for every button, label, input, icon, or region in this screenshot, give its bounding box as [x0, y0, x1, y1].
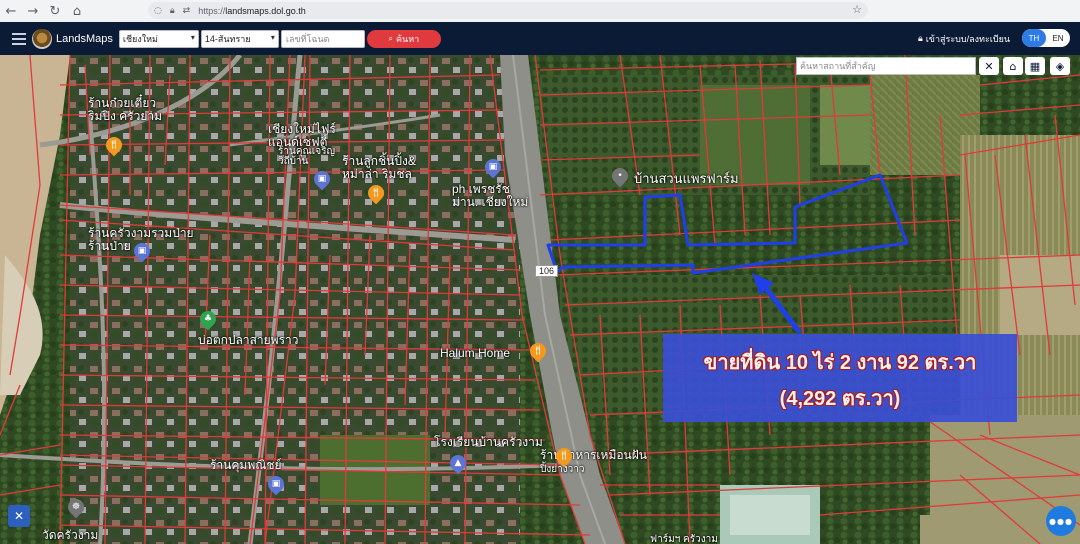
place-label[interactable]: ร้านก๋วยเตี๋ยว ริมปิง ครัวยาม: [88, 97, 162, 123]
shop-pin-icon[interactable]: ▣: [481, 155, 505, 179]
sale-title: ขายที่ดิน 10 ไร่ 2 งาน 92 ตร.วา: [703, 352, 977, 374]
restaurant-pin-icon[interactable]: 🍴︎: [526, 339, 550, 363]
clear-search-icon[interactable]: ✕: [979, 57, 999, 75]
search-icon: ⌕: [388, 33, 394, 43]
place-label[interactable]: ร้านลูกชิ้นปิ้ง& หม่าล่า ริมชล: [342, 155, 416, 181]
language-toggle[interactable]: TH EN: [1022, 29, 1070, 47]
place-label[interactable]: ฟาร์มฯ ครัวงาม: [650, 533, 718, 544]
app-name: LandsMaps: [56, 32, 113, 45]
home-icon[interactable]: ⌂: [1003, 57, 1023, 75]
home-icon[interactable]: ⌂: [66, 0, 88, 22]
restaurant-pin-icon[interactable]: 🍴︎: [552, 444, 576, 468]
shop-pin-icon[interactable]: ▣: [130, 239, 154, 263]
lang-th-button[interactable]: TH: [1022, 29, 1046, 47]
grid-icon[interactable]: ▦: [1025, 57, 1045, 75]
road-number-badge: 106: [535, 265, 559, 277]
school-pin-icon[interactable]: ▲: [446, 451, 470, 475]
app-header: LandsMaps เชียงใหม่ ▾ 14-สันทราย ▾ เลขที่โ…: [0, 22, 1080, 55]
place-label[interactable]: บ่อตกปลาสายพราว: [198, 334, 299, 347]
place-label[interactable]: บ้านสวนแพรฟาร์ม: [634, 172, 739, 185]
back-icon[interactable]: ←: [0, 0, 22, 22]
place-label[interactable]: ร้านคุณเจริญ วิถีบ้าน: [278, 147, 335, 167]
place-label[interactable]: โรงเรียนบ้านครัวงาม: [434, 436, 543, 449]
layers-icon[interactable]: ◈: [1050, 57, 1070, 75]
browser-toolbar: ← → ↻ ⌂ ◌ 🔒︎ ⇄ https://landsmaps.dol.go.…: [0, 0, 1080, 23]
sale-annotation: ขายที่ดิน 10 ไร่ 2 งาน 92 ตร.วา (4,292 ต…: [663, 334, 1017, 422]
parcel-number-input[interactable]: เลขที่โฉนด: [280, 29, 365, 48]
restaurant-pin-icon[interactable]: 🍴︎: [364, 181, 388, 205]
shop-pin-icon[interactable]: ▣: [264, 472, 288, 496]
map-canvas[interactable]: ร้านก๋วยเตี๋ยว ริมปิง ครัวยาม เชียงใหม่ไฟ…: [0, 55, 1080, 544]
chevron-down-icon: ▾: [270, 32, 275, 42]
menu-icon[interactable]: [12, 30, 26, 48]
reload-icon[interactable]: ↻: [44, 0, 66, 22]
restaurant-pin-icon[interactable]: 🍴︎: [102, 133, 126, 157]
district-select[interactable]: 14-สันทราย ▾: [200, 29, 279, 48]
temple-pin-icon[interactable]: ☸: [64, 495, 88, 519]
place-label[interactable]: Halum Home: [440, 347, 510, 360]
login-link[interactable]: 🔒︎ เข้าสู่ระบบ/ลงทะเบียน: [918, 22, 1010, 55]
tools-icon[interactable]: ✕: [8, 505, 30, 527]
lock-icon: 🔒︎: [917, 33, 923, 44]
lang-en-button[interactable]: EN: [1046, 29, 1070, 47]
bookmark-star-icon[interactable]: ☆: [852, 3, 862, 16]
place-label[interactable]: ph เพรชรัช ม่าน. เชียงใหม่: [452, 183, 528, 209]
url-text[interactable]: https://landsmaps.dol.go.th: [198, 6, 306, 16]
sale-area: (4,292 ตร.วา): [779, 388, 901, 410]
shield-icon: ◌: [154, 5, 162, 16]
place-label[interactable]: วัดครัวงาม: [42, 529, 98, 542]
place-search-input[interactable]: ค้นหาสถานที่สำคัญ: [796, 57, 976, 75]
forward-icon[interactable]: →: [22, 0, 44, 22]
park-pin-icon[interactable]: ♣: [196, 307, 220, 331]
search-button[interactable]: ⌕ ค้นหา: [366, 29, 441, 48]
lock-icon[interactable]: 🔒︎: [170, 6, 175, 16]
province-select[interactable]: เชียงใหม่ ▾: [118, 29, 199, 48]
location-pin-icon[interactable]: •: [608, 164, 632, 188]
dol-logo: [32, 28, 52, 49]
chevron-down-icon: ▾: [190, 32, 195, 42]
permissions-icon[interactable]: ⇄: [183, 6, 191, 16]
shop-pin-icon[interactable]: ▣: [310, 167, 334, 191]
chat-icon[interactable]: ●●●: [1046, 506, 1076, 536]
place-label[interactable]: ร้านคุมพณิชย์: [210, 459, 282, 472]
address-bar[interactable]: ◌ 🔒︎ ⇄ https://landsmaps.dol.go.th ☆: [148, 2, 868, 19]
